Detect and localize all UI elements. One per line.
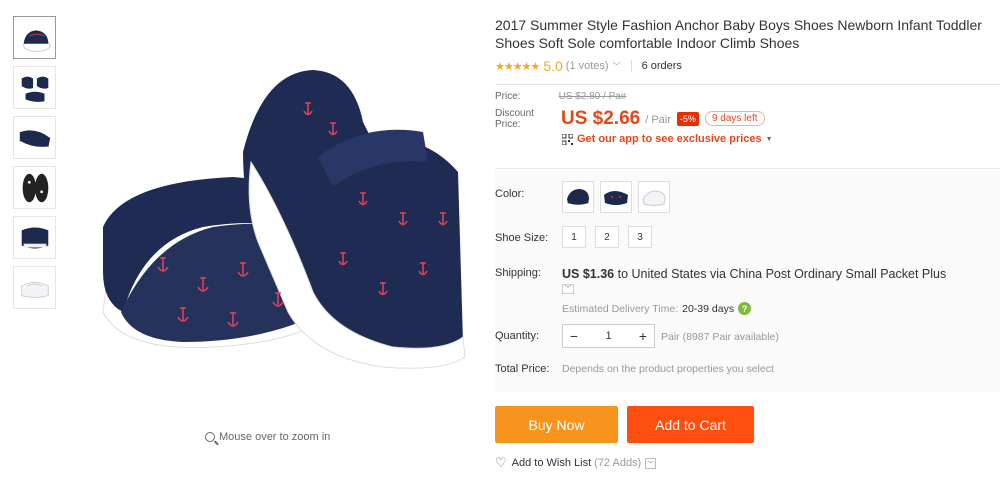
product-header: 2017 Summer Style Fashion Anchor Baby Bo… [495,16,1000,74]
discount-badge: -5% [676,112,699,126]
shipping-details: to United States via China Post Ordinary… [614,267,947,281]
sandal-white-thumbnail-icon [20,281,49,298]
color-swatch-navy-anchor-angle[interactable] [600,181,632,213]
qr-code-icon [562,133,573,145]
zoom-hint: Mouse over to zoom in [205,431,330,443]
main-product-image[interactable] [63,12,483,412]
caret-down-icon: ▼ [765,135,773,143]
add-to-cart-button[interactable]: Add to Cart [627,406,754,443]
product-title: 2017 Summer Style Fashion Anchor Baby Bo… [495,17,982,51]
shoe-size-label: Shoe Size: [495,232,549,244]
divider [630,60,632,72]
rating-score: 5.0 [543,58,563,74]
heart-icon: ♡ [495,455,507,470]
sandal-pair-thumbnail-icon [21,76,48,102]
shipping-info[interactable]: US $1.36 to United States via China Post… [562,267,946,281]
sandal-soles-thumbnail-icon [22,173,48,202]
sandal-top-thumbnail-icon [21,227,48,248]
quantity-label: Quantity: [495,330,540,342]
thumbnail-6[interactable] [13,266,56,309]
plus-icon[interactable]: + [632,325,654,347]
quantity-stepper: − 1 + [562,324,655,348]
chevron-down-icon[interactable]: ﹀ [645,457,657,469]
color-options [562,181,670,213]
wishlist-link[interactable]: ♡ Add to Wish List (72 Adds) ﹀ [495,455,657,471]
divider [495,84,1000,85]
wishlist-text: Add to Wish List [511,457,592,469]
price-label: Price: [495,91,521,102]
days-left-badge: 9 days left [704,111,765,126]
delivery-days: 20-39 days [682,302,735,315]
star-rating-icon: ★★★★★ [495,60,540,73]
app-promo-text: Get our app to see exclusive prices [577,133,762,145]
color-swatch-white[interactable] [638,181,670,213]
votes-count[interactable]: (1 votes) [566,60,609,72]
sandal-angle-thumbnail-icon [18,129,50,149]
navy-sandal-angle-icon [604,191,628,205]
product-options: Color: Shoe Size: 1 2 3 Shipping: US $1.… [495,170,1000,392]
color-label: Color: [495,188,525,200]
shipping-label: Shipping: [495,267,541,279]
original-price-row: Price: US $2.80 / Pair [495,91,1000,102]
total-price-label: Total Price: [495,363,550,375]
size-option-1[interactable]: 1 [562,226,586,248]
price-unit: / Pair [645,114,671,126]
app-promo-link[interactable]: Get our app to see exclusive prices ▼ [562,133,1000,145]
size-options: 1 2 3 [562,226,652,248]
thumbnail-gallery [13,16,57,316]
size-option-3[interactable]: 3 [628,226,652,248]
minus-icon[interactable]: − [563,325,585,347]
help-icon[interactable]: ? [738,302,752,315]
total-price-note: Depends on the product properties you se… [562,363,774,375]
delivery-estimate: Estimated Delivery Time: 20-39 days ? [562,302,752,315]
availability-text: Pair (8987 Pair available) [661,331,779,343]
white-sandal-icon [642,190,666,206]
original-price: US $2.80 / Pair [558,91,627,102]
discount-price-label: Discount Price: [495,108,561,130]
thumbnail-2[interactable] [13,66,56,109]
buy-now-button[interactable]: Buy Now [495,406,618,443]
thumbnail-5[interactable] [13,216,56,259]
chevron-down-icon[interactable]: ﹀ [613,61,621,72]
thumbnail-4[interactable] [13,166,56,209]
wishlist-count: (72 Adds) [594,457,642,469]
color-swatch-navy-anchor[interactable] [562,181,594,213]
sandal-thumbnail-icon [22,29,51,52]
discount-label-line2: Price: [495,119,521,130]
zoom-hint-text: Mouse over to zoom in [219,431,331,443]
divider [495,168,1000,169]
thumbnail-3[interactable] [13,116,56,159]
size-option-2[interactable]: 2 [595,226,619,248]
discount-price-row: Discount Price: US $2.66 / Pair -5% 9 da… [495,108,1000,130]
delivery-label: Estimated Delivery Time: [562,302,679,315]
orders-count: 6 orders [641,60,682,72]
navy-sandal-icon [567,189,589,207]
discount-label-line1: Discount [495,108,534,119]
anchor-sandal-image-icon [102,70,466,369]
magnifier-icon [205,432,215,442]
shipping-price: US $1.36 [562,267,615,281]
rating-row: ★★★★★ 5.0 (1 votes) ﹀ 6 orders [495,58,1000,74]
thumbnail-1[interactable] [13,16,56,59]
shipping-chevron-down-icon[interactable]: ﹀ [562,284,574,294]
quantity-input[interactable]: 1 [585,330,632,342]
price-block: Price: US $2.80 / Pair Discount Price: U… [495,91,1000,145]
discount-price: US $2.66 [561,108,641,129]
